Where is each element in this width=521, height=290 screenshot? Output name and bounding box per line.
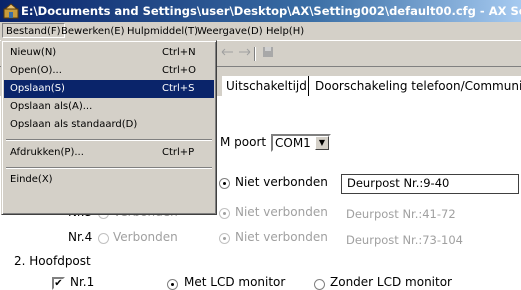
with-lcd-radio[interactable] xyxy=(167,279,178,290)
tab-doorschakeling[interactable]: Doorschakeling telefoon/Communi xyxy=(311,76,521,96)
not-connected-radio-nr2[interactable] xyxy=(219,178,230,189)
hoofdpost-nr1-label: Nr.1 xyxy=(70,275,95,289)
toolbar-separator xyxy=(254,47,256,61)
doorpost-range-nr3: Deurpost Nr.:41-72 xyxy=(346,207,456,221)
menu-item-label: Opslaan(S) xyxy=(10,83,65,94)
menu-item-label: Open(O)... xyxy=(10,65,62,76)
menu-item-einde[interactable]: Einde(X) xyxy=(4,171,214,189)
menu-item-open[interactable]: Open(O)... Ctrl+O xyxy=(4,62,214,80)
not-connected-label-nr4: Niet verbonden xyxy=(235,230,328,244)
title-bar[interactable]: E:\Documents and Settings\user\Desktop\A… xyxy=(0,0,521,22)
not-connected-radio-nr4[interactable] xyxy=(219,233,230,244)
ax-setup-app-icon xyxy=(3,3,19,19)
menu-item-shortcut: Ctrl+N xyxy=(162,47,196,58)
doorpost-label-nr4: Nr.4 xyxy=(68,230,93,244)
menu-item-label: Einde(X) xyxy=(10,174,53,185)
menu-bar: Bestand(F) Bewerken(E) Hulpmiddel(T) Wee… xyxy=(0,22,521,40)
doorpost-range-nr4: Deurpost Nr.:73-104 xyxy=(346,233,463,247)
com-port-select[interactable]: COM1 ▼ xyxy=(271,134,331,152)
menu-help[interactable]: Help(H) xyxy=(263,24,307,39)
menu-bestand[interactable]: Bestand(F) xyxy=(2,23,65,38)
menu-item-opslaan-als[interactable]: Opslaan als(A)... xyxy=(4,98,214,116)
without-lcd-label: Zonder LCD monitor xyxy=(330,275,452,289)
menu-item-shortcut: Ctrl+S xyxy=(162,83,195,94)
redo-arrow-icon[interactable] xyxy=(236,46,252,60)
menu-item-nieuw[interactable]: Nieuw(N) Ctrl+N xyxy=(4,44,214,62)
window-title: E:\Documents and Settings\user\Desktop\A… xyxy=(21,4,521,18)
menu-item-label: Opslaan als(A)... xyxy=(10,101,93,112)
menu-item-shortcut: Ctrl+P xyxy=(162,147,195,158)
com-port-label: M poort xyxy=(220,135,267,149)
without-lcd-radio[interactable] xyxy=(314,279,325,290)
menu-bewerken[interactable]: Bewerken(E) xyxy=(58,24,128,39)
hoofdpost-section-title: 2. Hoofdpost xyxy=(14,254,91,268)
with-lcd-label: Met LCD monitor xyxy=(184,275,286,289)
menu-item-label: Opslaan als standaard(D) xyxy=(10,119,138,130)
tab-uitschakeltijd[interactable]: Uitschakeltijd xyxy=(222,76,311,96)
menu-item-opslaan[interactable]: Opslaan(S) Ctrl+S xyxy=(4,80,214,98)
menu-weergave[interactable]: Weergave(D) xyxy=(194,24,266,39)
hoofdpost-nr1-checkbox[interactable]: ✔ xyxy=(52,277,65,290)
doorpost-range-nr2: Deurpost Nr.:9-40 xyxy=(341,174,519,194)
menu-item-label: Nieuw(N) xyxy=(10,47,57,58)
connected-label-nr4: Verbonden xyxy=(113,230,178,244)
connected-radio-nr4[interactable] xyxy=(98,233,109,244)
menu-item-shortcut: Ctrl+O xyxy=(162,65,197,76)
not-connected-radio-nr3[interactable] xyxy=(219,208,230,219)
com-port-value: COM1 xyxy=(275,136,311,150)
undo-arrow-icon[interactable] xyxy=(220,46,236,60)
menu-hulpmiddel[interactable]: Hulpmiddel(T) xyxy=(124,24,201,39)
menu-separator xyxy=(6,139,212,141)
chevron-down-icon[interactable]: ▼ xyxy=(315,136,329,150)
tab-divider xyxy=(308,76,309,96)
file-menu-dropdown: Nieuw(N) Ctrl+N Open(O)... Ctrl+O Opslaa… xyxy=(1,40,217,215)
menu-item-afdrukken[interactable]: Afdrukken(P)... Ctrl+P xyxy=(4,144,214,162)
not-connected-label-nr3: Niet verbonden xyxy=(235,205,328,219)
disk-icon[interactable] xyxy=(260,46,276,60)
menu-item-label: Afdrukken(P)... xyxy=(10,147,84,158)
menu-separator xyxy=(6,167,212,169)
not-connected-label-nr2: Niet verbonden xyxy=(235,175,328,189)
menu-item-opslaan-als-standaard[interactable]: Opslaan als standaard(D) xyxy=(4,116,214,134)
